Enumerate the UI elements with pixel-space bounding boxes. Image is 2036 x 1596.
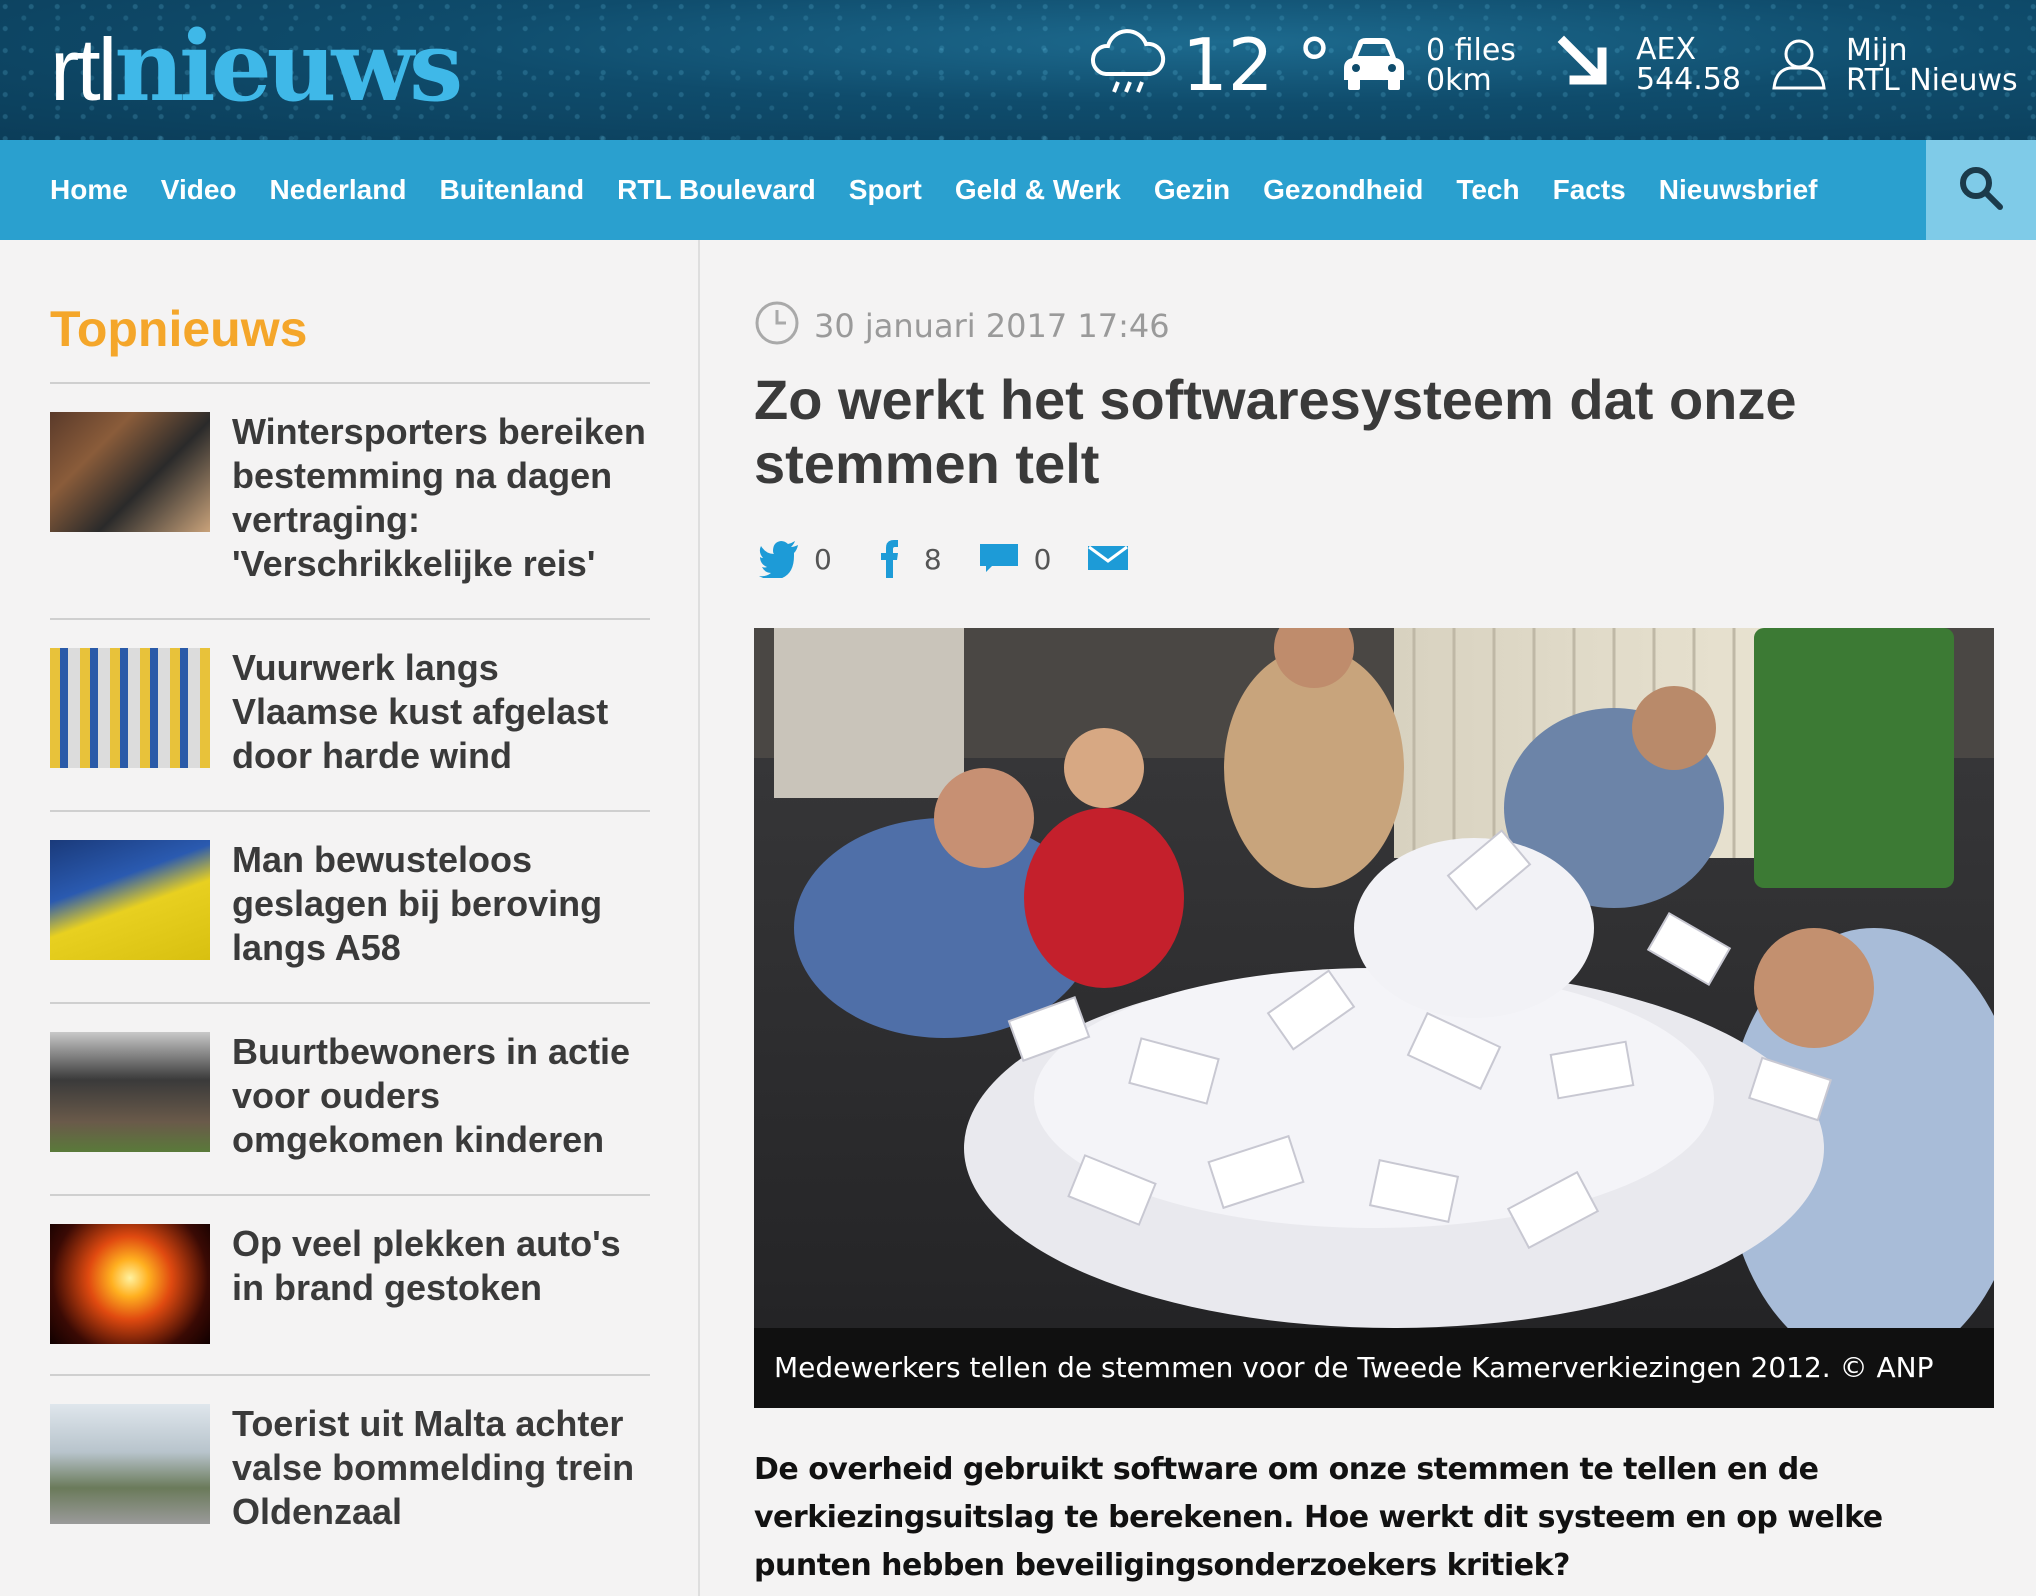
aex-value: 544.58 — [1636, 61, 1741, 97]
weather-widget[interactable]: 12 ° — [1088, 22, 1333, 107]
news-thumbnail — [50, 648, 210, 768]
nav-item-nieuwsbrief[interactable]: Nieuwsbrief — [1659, 174, 1818, 206]
user-icon — [1770, 34, 1828, 97]
search-icon — [1958, 165, 2004, 216]
logo-rtl-text: rtl — [50, 20, 117, 119]
facebook-icon[interactable] — [868, 536, 910, 583]
nav-item-facts[interactable]: Facts — [1553, 174, 1626, 206]
rain-cloud-icon — [1088, 22, 1168, 107]
traffic-km: 0km — [1426, 62, 1492, 98]
topnieuws-sidebar: Topnieuws Wintersporters bereiken bestem… — [0, 240, 700, 1596]
nav-list: Home Video Nederland Buitenland RTL Boul… — [50, 140, 1817, 240]
topnieuws-heading: Topnieuws — [50, 301, 308, 357]
car-icon — [1340, 34, 1408, 97]
article-photo — [754, 628, 1994, 1328]
main-nav: Home Video Nederland Buitenland RTL Boul… — [0, 140, 2036, 240]
list-item[interactable]: Vuurwerk langs Vlaamse kust afgelast doo… — [50, 618, 650, 810]
nav-item-home[interactable]: Home — [50, 174, 128, 206]
news-title: Op veel plekken auto's in brand gestoken — [232, 1223, 621, 1308]
aex-text: AEX 544.58 — [1636, 31, 1741, 97]
twitter-count: 0 — [814, 543, 832, 576]
news-thumbnail — [50, 412, 210, 532]
article-meta: 30 januari 2017 17:46 — [754, 300, 1170, 351]
ballot-counting-photo — [754, 628, 1994, 1328]
list-item[interactable]: Wintersporters bereiken bestemming na da… — [50, 382, 650, 618]
news-title: Buurtbewoners in actie voor ouders omgek… — [232, 1031, 631, 1160]
article-date: 30 januari 2017 17:46 — [814, 306, 1170, 345]
article-lead: De overheid gebruikt software om onze st… — [754, 1452, 1883, 1583]
nav-item-video[interactable]: Video — [161, 174, 237, 206]
traffic-text: 0 files 0km — [1426, 32, 1516, 98]
list-item[interactable]: Toerist uit Malta achter valse bommeldin… — [50, 1374, 650, 1566]
news-title: Wintersporters bereiken bestemming na da… — [232, 411, 646, 584]
news-thumbnail — [50, 1404, 210, 1524]
topnieuws-list: Wintersporters bereiken bestemming na da… — [50, 382, 650, 1566]
news-title: Toerist uit Malta achter valse bommeldin… — [232, 1403, 635, 1532]
news-thumbnail — [50, 1224, 210, 1344]
article-headline: Zo werkt het softwaresysteem dat onze st… — [754, 368, 1797, 495]
mail-icon[interactable] — [1087, 536, 1129, 583]
account-line1: Mijn — [1846, 32, 1908, 68]
list-item[interactable]: Buurtbewoners in actie voor ouders omgek… — [50, 1002, 650, 1194]
account-line2: RTL Nieuws — [1846, 62, 2018, 98]
share-bar: 0 8 0 — [758, 536, 1129, 583]
temperature: 12 ° — [1182, 22, 1333, 107]
traffic-widget[interactable]: 0 files 0km — [1340, 34, 1516, 97]
news-title: Man bewusteloos geslagen bij beroving la… — [232, 839, 603, 968]
search-button[interactable] — [1926, 140, 2036, 240]
nav-item-geld-werk[interactable]: Geld & Werk — [955, 174, 1121, 206]
list-item[interactable]: Op veel plekken auto's in brand gestoken — [50, 1194, 650, 1374]
site-header: rtl nieuws 12 ° 0 files 0km AEX 544.58 M… — [0, 0, 2036, 140]
news-thumbnail — [50, 840, 210, 960]
twitter-icon[interactable] — [758, 536, 800, 583]
news-thumbnail — [50, 1032, 210, 1152]
photo-caption: Medewerkers tellen de stemmen voor de Tw… — [754, 1328, 1994, 1408]
news-title: Vuurwerk langs Vlaamse kust afgelast doo… — [232, 647, 609, 776]
traffic-files: 0 files — [1426, 32, 1516, 68]
nav-item-nederland[interactable]: Nederland — [270, 174, 407, 206]
account-link[interactable]: Mijn RTL Nieuws — [1770, 34, 2018, 97]
aex-widget[interactable]: AEX 544.58 — [1556, 34, 1741, 95]
arrow-down-right-icon — [1556, 34, 1612, 95]
facebook-count: 8 — [923, 543, 942, 576]
nav-item-gezin[interactable]: Gezin — [1154, 174, 1230, 206]
comments-count: 0 — [1033, 543, 1052, 576]
list-item[interactable]: Man bewusteloos geslagen bij beroving la… — [50, 810, 650, 1002]
nav-item-sport[interactable]: Sport — [849, 174, 922, 206]
nav-item-rtl-boulevard[interactable]: RTL Boulevard — [617, 174, 816, 206]
nav-item-buitenland[interactable]: Buitenland — [439, 174, 584, 206]
rtl-nieuws-logo[interactable]: rtl nieuws — [50, 10, 463, 123]
clock-icon — [754, 300, 800, 351]
nav-item-tech[interactable]: Tech — [1456, 174, 1519, 206]
comment-icon[interactable] — [978, 536, 1020, 583]
logo-nieuws-text: nieuws — [114, 10, 463, 123]
account-text: Mijn RTL Nieuws — [1846, 32, 2018, 98]
aex-label: AEX — [1636, 31, 1697, 67]
nav-item-gezondheid[interactable]: Gezondheid — [1263, 174, 1423, 206]
